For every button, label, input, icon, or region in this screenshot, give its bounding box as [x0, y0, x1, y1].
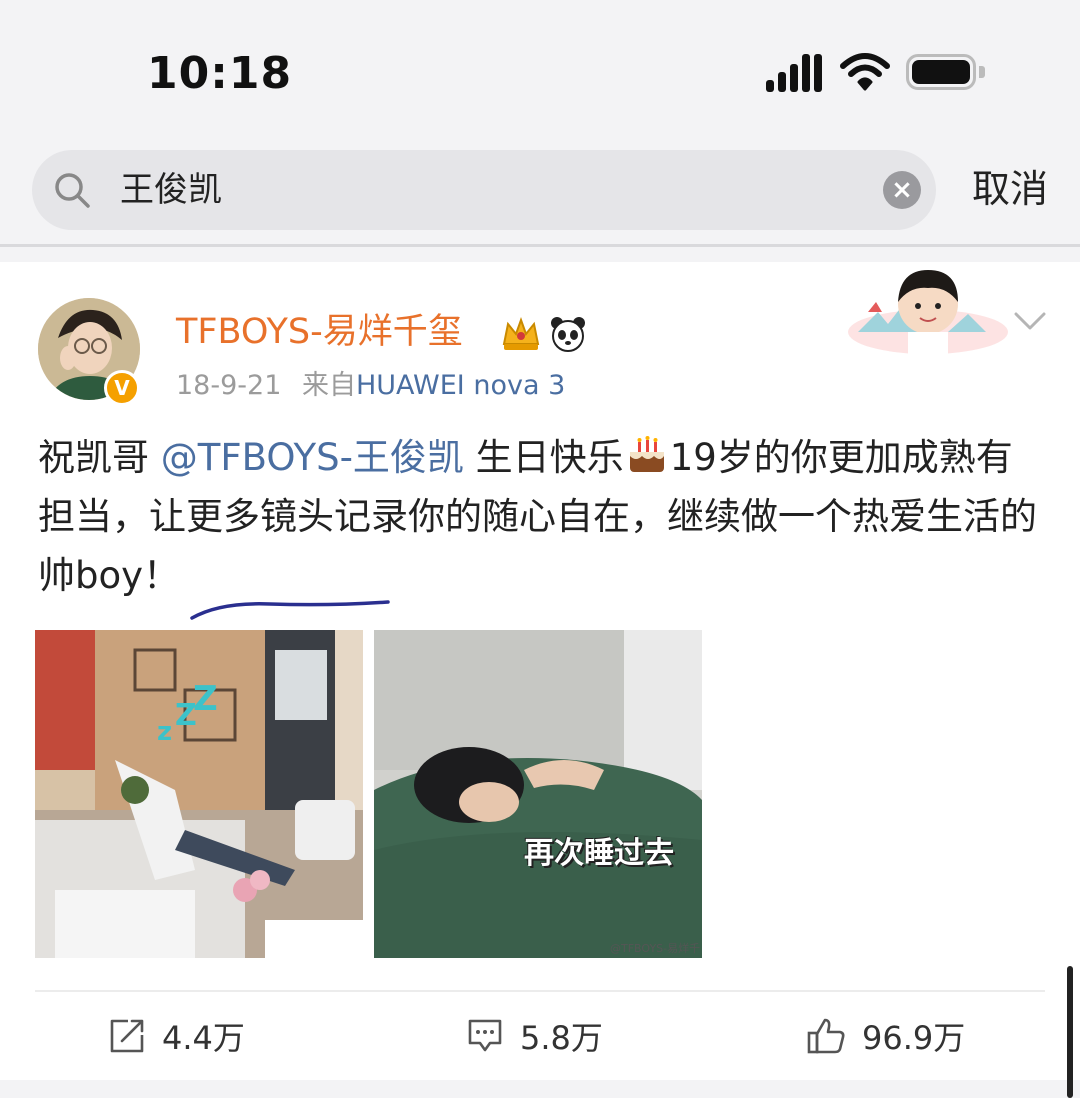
post-meta: 18-9-21 来自HUAWEI nova 3 [176, 368, 565, 404]
card-decoration-image [848, 270, 1008, 358]
status-bar: 10:18 [0, 0, 1080, 140]
comment-icon [468, 1019, 502, 1052]
post-username[interactable]: TFBOYS-易烊千玺 [176, 310, 463, 354]
post-image-2[interactable]: 再次睡过去 @TFBOYS-易烊千 [374, 630, 702, 958]
scrollbar[interactable] [1067, 966, 1073, 1098]
status-time: 10:18 [147, 48, 293, 99]
handwritten-underline [190, 600, 390, 620]
like-count: 96.9万 [862, 1019, 966, 1057]
cancel-button[interactable]: 取消 [972, 164, 1048, 214]
post-text-part: 祝凯哥 [38, 436, 161, 479]
repost-icon [110, 1019, 144, 1053]
crown-badge-icon [502, 317, 540, 350]
cake-emoji-icon [626, 434, 668, 474]
post-card[interactable]: V TFBOYS-易烊千玺 18-9-21 来自HUAWEI nova 3 祝凯… [0, 262, 1080, 1080]
panda-badge-icon [551, 317, 585, 352]
repost-button[interactable]: 4.4万 [108, 1008, 245, 1064]
post-device[interactable]: HUAWEI nova 3 [356, 370, 565, 401]
svg-text:z: z [157, 717, 172, 747]
cellular-signal-icon [766, 54, 824, 92]
clear-icon[interactable]: × [883, 171, 921, 209]
divider [35, 990, 1045, 992]
feed-gap [0, 1080, 1080, 1098]
repost-count: 4.4万 [162, 1019, 245, 1057]
search-bar: 王俊凯 × 取消 [0, 140, 1080, 244]
search-input[interactable]: 王俊凯 × [32, 150, 936, 230]
search-query: 王俊凯 [120, 170, 222, 210]
post-image-1[interactable]: z Z Z [35, 630, 363, 958]
verified-badge-icon: V [104, 370, 140, 406]
image-watermark: @TFBOYS-易烊千 [610, 942, 701, 955]
post-text-part: 生日快乐 [463, 436, 624, 479]
chevron-down-icon[interactable] [1012, 308, 1048, 332]
battery-icon [906, 54, 988, 92]
divider [0, 244, 1080, 247]
comment-count: 5.8万 [520, 1019, 603, 1057]
image-caption: 再次睡过去 [524, 836, 674, 871]
svg-text:Z: Z [193, 679, 218, 719]
thumbs-up-icon [807, 1018, 845, 1054]
mention-link[interactable]: @TFBOYS-王俊凯 [161, 436, 464, 479]
post-body: 祝凯哥 @TFBOYS-王俊凯 生日快乐 19岁的你更加成熟有担当，让更多镜头记… [38, 428, 1048, 605]
wifi-icon [840, 53, 890, 91]
like-button[interactable]: 96.9万 [806, 1008, 965, 1064]
post-source-label: 来自 [301, 370, 356, 401]
post-date: 18-9-21 [176, 370, 282, 401]
comment-button[interactable]: 5.8万 [466, 1008, 603, 1064]
search-icon [55, 173, 90, 208]
